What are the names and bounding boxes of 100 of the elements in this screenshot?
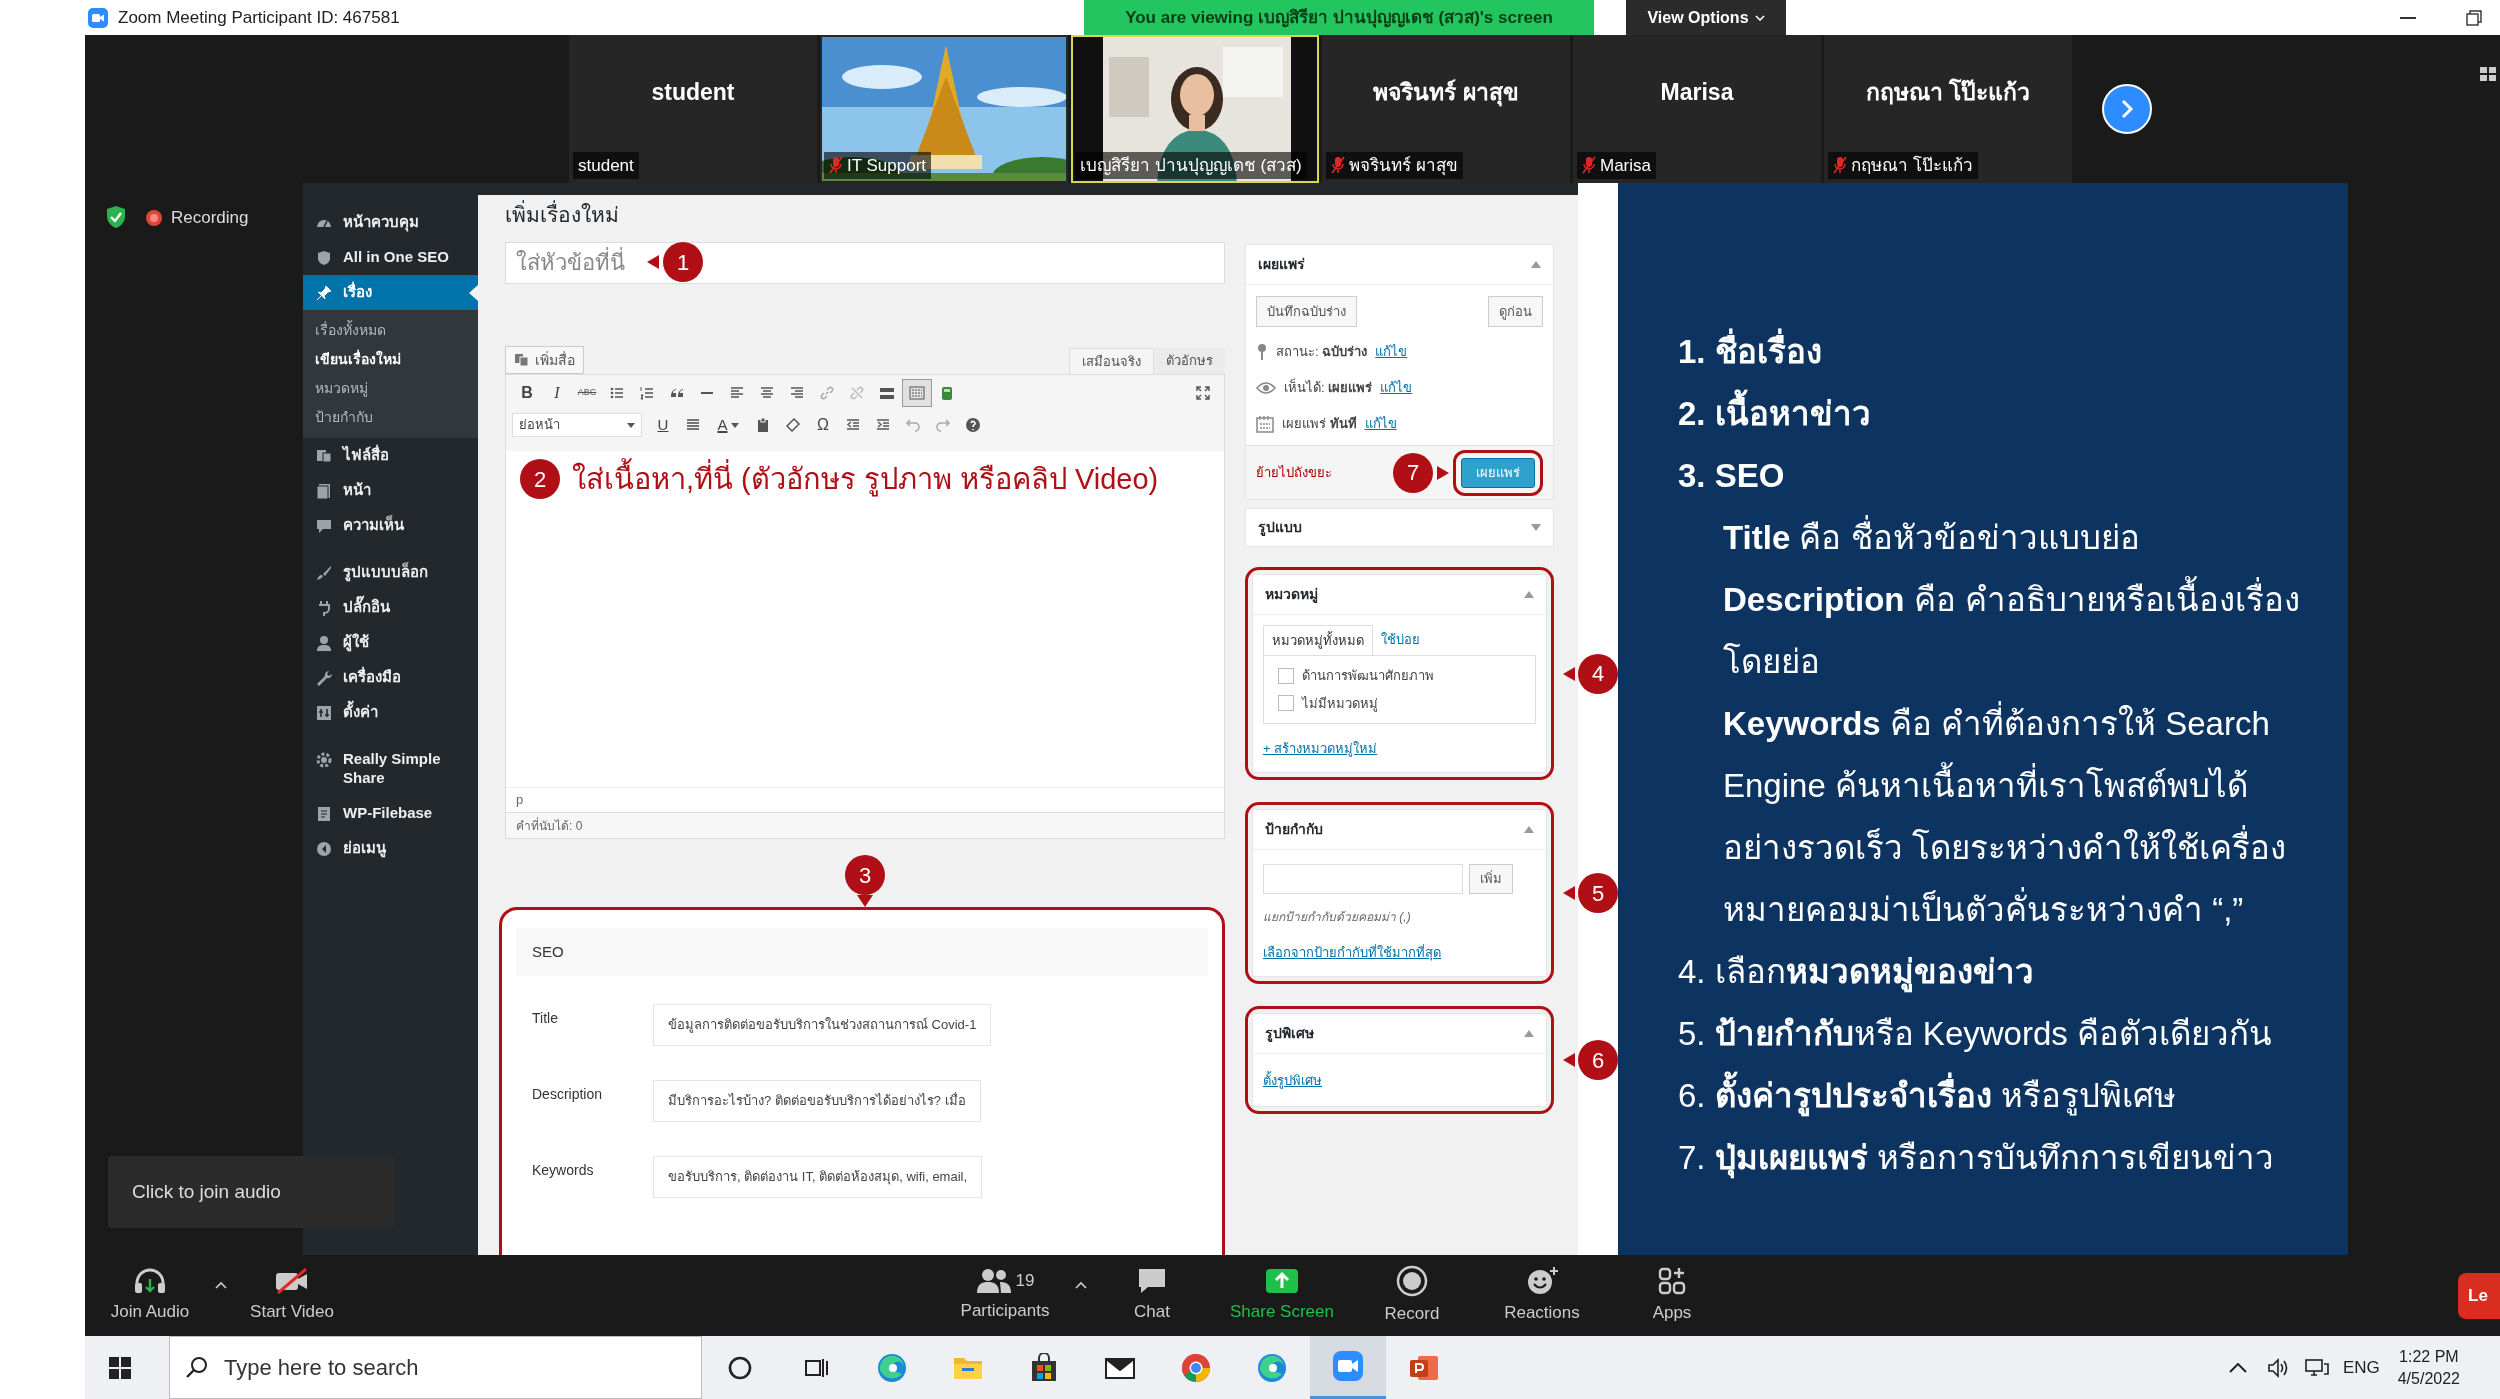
next-page-button[interactable] xyxy=(2102,84,2152,134)
submenu-item[interactable]: เรื่องทั้งหมด xyxy=(303,316,478,345)
submenu-item[interactable]: หมวดหมู่ xyxy=(303,374,478,403)
edit-link[interactable]: แก้ไข xyxy=(1375,342,1408,362)
add-media-button[interactable]: เพิ่มสื่อ xyxy=(505,346,584,374)
sidebar-item[interactable]: Really Simple Share xyxy=(303,742,478,796)
participant-label: Marisa xyxy=(1600,154,1651,177)
sidebar-item[interactable]: ปลั๊กอิน xyxy=(303,590,478,625)
underline-button[interactable]: U xyxy=(648,411,678,439)
trash-link[interactable]: ย้ายไปถังขยะ xyxy=(1256,462,1332,483)
submenu-item[interactable]: เขียนเรื่องใหม่ xyxy=(303,345,478,374)
participant-tile[interactable]: Marisa Marisa xyxy=(1573,35,1821,183)
participant-tile[interactable]: IT Support xyxy=(820,35,1068,183)
shield-icon xyxy=(105,205,127,229)
sidebar-item[interactable]: หน้า xyxy=(303,473,478,508)
caret-icon xyxy=(627,422,635,428)
collapse-icon[interactable] xyxy=(1524,826,1534,833)
leave-button[interactable]: Le xyxy=(2458,1272,2500,1319)
category-tab[interactable]: ใช้บ่อย xyxy=(1373,625,1428,655)
apps-button[interactable]: Apps xyxy=(1607,1255,1737,1336)
strikethrough-button[interactable]: ABC xyxy=(572,379,602,407)
category-tab[interactable]: หมวดหมู่ทั้งหมด xyxy=(1263,625,1373,655)
chat-button[interactable]: Chat xyxy=(1087,1255,1217,1336)
view-options-button[interactable]: View Options xyxy=(1626,0,1786,35)
language-indicator[interactable]: ENG xyxy=(2342,1354,2380,1381)
participant-tile[interactable]: เบญสิรียา ปานปุญญเดช (สวส) xyxy=(1071,35,1319,183)
input-field[interactable]: ขอรับบริการ, ติดต่องาน IT, ติดต่อห้องสมุด, wifi, email, xyxy=(653,1156,983,1198)
expand-icon[interactable] xyxy=(1531,524,1541,531)
italic-button[interactable]: I xyxy=(542,379,572,407)
sidebar-item[interactable]: WP-Filebase xyxy=(303,795,478,831)
checkbox[interactable] xyxy=(1278,695,1294,712)
participant-label: IT Support xyxy=(847,154,927,177)
editor-tab[interactable]: เสมือนจริง xyxy=(1069,348,1154,374)
instruction-note: ใส่เนื้อหา,ที่นี่ (ตัวอักษร รูปภาพ หรือคลิป Video) xyxy=(572,459,1159,499)
slide-text: 5. ป้ายกำกับหรือ Keywords คือตัวเดียวกัน xyxy=(1678,1014,2273,1054)
text-color-button[interactable]: A xyxy=(708,411,748,439)
sidebar-item[interactable]: เครื่องมือ xyxy=(303,660,478,695)
muted-mic-icon xyxy=(1331,156,1345,175)
gallery-view-icon[interactable] xyxy=(2480,67,2496,81)
tag-field[interactable] xyxy=(1263,864,1463,894)
table-icon xyxy=(909,385,925,401)
editor-body[interactable]: 2 ใส่เนื้อหา,ที่นี่ (ตัวอักษร รูปภาพ หรือคลิป Video) xyxy=(506,451,1224,787)
slide-text: 1. ชื่อเรื่อง xyxy=(1678,321,2308,383)
set-featured-image-link[interactable]: ตั้งรูปพิเศษ xyxy=(1263,1073,1322,1088)
sidebar-item[interactable]: ไฟล์สื่อ xyxy=(303,438,478,473)
collapse-icon[interactable] xyxy=(1524,1030,1534,1037)
network-icon[interactable] xyxy=(2304,1357,2329,1378)
participant-tile[interactable]: student student xyxy=(569,35,817,183)
restore-icon[interactable] xyxy=(2466,9,2482,26)
bold-button[interactable]: B xyxy=(512,379,542,407)
show-hidden-icons-icon[interactable] xyxy=(2228,1362,2247,1373)
start-video-button[interactable]: Start Video xyxy=(227,1255,357,1336)
participant-tile[interactable]: พจรินทร์ ผาสุข พจรินทร์ ผาสุข xyxy=(1322,35,1570,183)
caret-icon[interactable] xyxy=(1075,1280,1087,1289)
recording-label: Recording xyxy=(171,207,249,229)
add-category-link[interactable]: + สร้างหมวดหมู่ใหม่ xyxy=(1263,741,1378,756)
edit-link[interactable]: แก้ไข xyxy=(1364,414,1397,434)
participants-button[interactable]: 19 Participants xyxy=(935,1255,1075,1336)
format-dropdown[interactable]: ย่อหน้า xyxy=(512,413,642,437)
toolbar-toggle-button[interactable] xyxy=(902,379,932,407)
collapse-icon[interactable] xyxy=(1531,261,1541,268)
clock[interactable]: 1:22 PM 4/5/2022 xyxy=(2397,1345,2460,1390)
sidebar-item[interactable]: ความเห็น xyxy=(303,508,478,543)
popular-tags-link[interactable]: เลือกจากป้ายกำกับที่ใช้มากที่สุด xyxy=(1263,945,1441,960)
editor-tab[interactable]: ตัวอักษร xyxy=(1154,348,1225,374)
start-icon[interactable] xyxy=(109,1356,131,1379)
add-tag-button[interactable]: เพิ่ม xyxy=(1469,864,1513,894)
input-field[interactable]: ข้อมูลการติดต่อขอรับบริการในช่วงสถานการณ์ Covid-1 xyxy=(653,1004,992,1046)
minimize-icon[interactable] xyxy=(2400,16,2416,19)
save-draft-button[interactable]: บันทึกฉบับร่าง xyxy=(1256,296,1357,327)
sidebar-item[interactable]: All in One SEO xyxy=(303,240,478,275)
preview-button[interactable]: ดูก่อน xyxy=(1488,296,1543,327)
page-icon xyxy=(315,482,333,500)
step-badge: 7 xyxy=(1393,452,1433,493)
sidebar-item[interactable]: หน้าควบคุม xyxy=(303,205,478,240)
special-character-button[interactable]: Ω xyxy=(808,411,838,439)
share-screen-button[interactable]: Share Screen xyxy=(1217,1255,1347,1336)
slide-text: Title คือ ชื่อหัวข้อข่าวแบบย่อ xyxy=(1678,507,2308,569)
caret-icon[interactable] xyxy=(215,1280,227,1289)
sidebar-item[interactable]: ผู้ใช้ xyxy=(303,625,478,660)
record-button[interactable]: Record xyxy=(1347,1255,1477,1336)
submenu-item[interactable]: ป้ายกำกับ xyxy=(303,403,478,432)
eye-icon xyxy=(1256,381,1276,395)
sidebar-item[interactable]: ตั้งค่า xyxy=(303,695,478,730)
search-field[interactable]: Type here to search xyxy=(169,1336,702,1399)
input-field[interactable]: มีบริการอะไรบ้าง? ติดต่อขอรับบริการได้อย่างไร? เมื่อ xyxy=(653,1080,981,1122)
participant-tile[interactable]: กฤษณา โป๊ะแก้ว กฤษณา โป๊ะแก้ว xyxy=(1824,35,2072,183)
edit-link[interactable]: แก้ไข xyxy=(1380,378,1413,398)
join-audio-button[interactable]: Join Audio xyxy=(85,1255,215,1336)
sidebar-item[interactable]: เรื่อง xyxy=(303,275,478,310)
word-count: คำที่นับได้: 0 xyxy=(516,816,583,835)
participant-label: เบญสิรียา ปานปุญญเดช (สวส) xyxy=(1080,154,1302,178)
checkbox[interactable] xyxy=(1278,667,1294,684)
sidebar-item[interactable]: รูปแบบบล็อก xyxy=(303,555,478,590)
people-icon xyxy=(975,1267,1012,1294)
box-heading: รูปพิเศษ xyxy=(1265,1024,1314,1044)
sidebar-item[interactable]: ย่อเมนู xyxy=(303,830,478,866)
caret-icon xyxy=(730,422,739,428)
collapse-icon[interactable] xyxy=(1524,591,1534,598)
reactions-button[interactable]: Reactions xyxy=(1477,1255,1607,1336)
